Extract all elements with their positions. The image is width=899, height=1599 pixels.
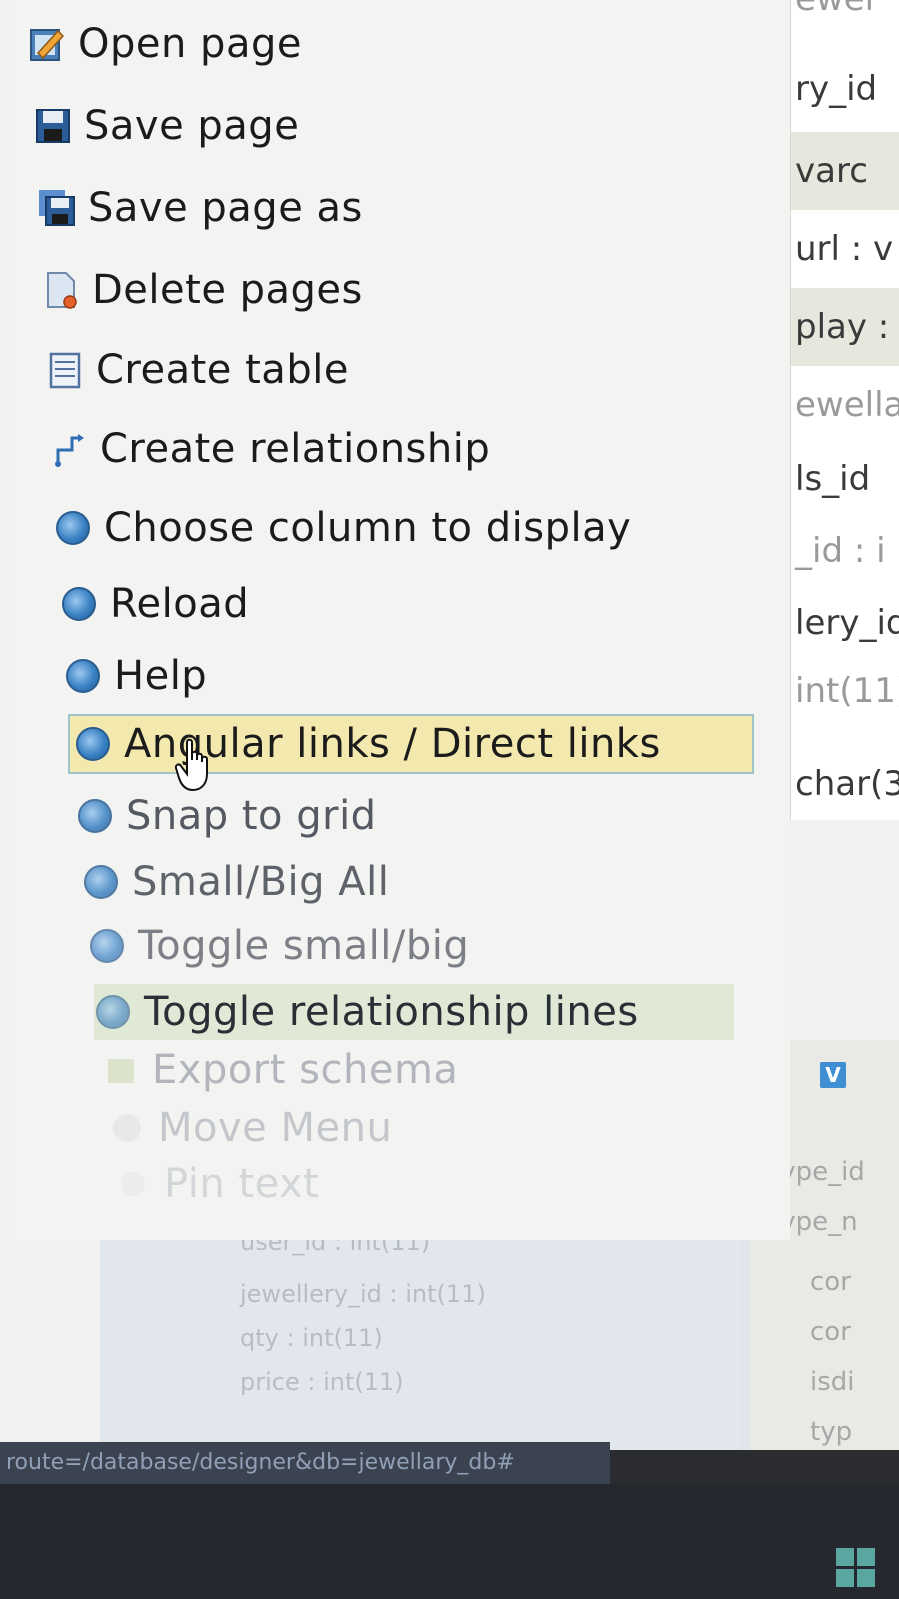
floppy-disk-stack-icon [38,189,76,227]
menu-item-snap-to-grid[interactable]: Snap to grid [76,780,377,852]
menu-item-label: Save page [84,103,300,149]
table-row[interactable]: typ [810,1410,899,1450]
resize-all-icon [82,863,120,901]
pencil-icon [28,25,66,63]
menu-item-choose-column-to-display[interactable]: Choose column to display [54,492,631,564]
table-row: ewel [791,0,899,38]
menu-item-create-table[interactable]: Create table [46,334,349,406]
designer-side-menu: Open page Save page Save page as Delete … [10,0,790,1240]
v-badge-icon[interactable]: V [820,1062,846,1088]
screen: ewel ry_id varc url : v play : ewella ls… [0,0,899,1450]
toggle-size-icon [88,927,126,965]
floppy-disk-icon [34,107,72,145]
menu-item-toggle-small-big[interactable]: Toggle small/big [88,910,469,982]
menu-item-label: Choose column to display [104,505,632,551]
menu-item-label: Toggle relationship lines [144,989,639,1035]
table-row[interactable]: jewellery_id : int(11) [240,1274,486,1314]
reload-icon [60,585,98,623]
designer-table-column: ewel ry_id varc url : v play : ewella ls… [790,0,899,820]
menu-item-create-relationship[interactable]: Create relationship [50,413,490,485]
move-menu-icon [108,1109,146,1147]
table-icon [46,351,84,389]
menu-item-save-page[interactable]: Save page [34,90,299,162]
menu-item-label: Create relationship [100,426,491,472]
menu-item-toggle-relationship-lines[interactable]: Toggle relationship lines [94,984,734,1040]
export-icon [102,1051,140,1089]
menu-item-delete-pages[interactable]: Delete pages [42,254,363,326]
table-row[interactable]: cor [810,1260,899,1304]
table-row[interactable]: qty : int(11) [240,1318,383,1358]
table-row[interactable]: ls_id [791,440,899,518]
taskbar [0,1484,899,1599]
menu-item-label: Save page as [88,185,363,231]
table-row[interactable]: url : v [791,210,899,288]
menu-item-label: Export schema [152,1047,459,1093]
menu-item-label: Delete pages [92,267,363,313]
menu-item-label: Reload [110,581,250,627]
menu-item-label: Create table [96,347,349,393]
table-row[interactable]: _id : i [791,512,899,590]
menu-item-pin-text[interactable]: Pin text [114,1148,319,1220]
pin-icon [114,1165,152,1203]
menu-item-label: Open page [78,21,302,67]
table-row[interactable]: ewella [791,366,899,444]
menu-item-small-big-all[interactable]: Small/Big All [82,846,389,918]
snap-grid-icon [76,797,114,835]
table-row[interactable]: ry_id [791,50,899,128]
status-bar: route=/database/designer&db=jewellary_db… [0,1442,610,1484]
menu-item-label: Toggle small/big [138,923,470,969]
windows-logo-icon[interactable] [836,1548,876,1588]
menu-item-save-page-as[interactable]: Save page as [38,172,363,244]
table-row[interactable]: varc [791,132,899,210]
menu-item-reload[interactable]: Reload [60,568,249,640]
menu-item-label: Pin text [164,1161,320,1207]
relationship-icon [50,430,88,468]
menu-item-angular-links[interactable]: Angular links / Direct links [68,714,754,774]
table-row[interactable]: int(11) [791,652,899,730]
menu-item-label: Move Menu [158,1105,393,1151]
menu-item-label: Small/Big All [132,859,390,905]
menu-item-open-page[interactable]: Open page [28,8,302,80]
table-row[interactable]: lery_id [791,584,899,662]
delete-page-icon [42,271,80,309]
menu-item-help[interactable]: Help [64,640,207,712]
table-row[interactable]: char(30 [791,745,899,820]
display-column-icon [54,509,92,547]
table-row[interactable]: price : int(11) [240,1362,404,1402]
menu-item-label: Help [114,653,208,699]
table-row[interactable]: isdi [810,1360,899,1404]
menu-item-label: Snap to grid [126,793,377,839]
angular-links-icon [74,725,112,763]
hand-cursor-icon [174,738,215,796]
table-row[interactable]: play : [791,288,899,366]
table-row[interactable]: cor [810,1310,899,1354]
help-icon [64,657,102,695]
relationship-lines-icon [94,993,132,1031]
